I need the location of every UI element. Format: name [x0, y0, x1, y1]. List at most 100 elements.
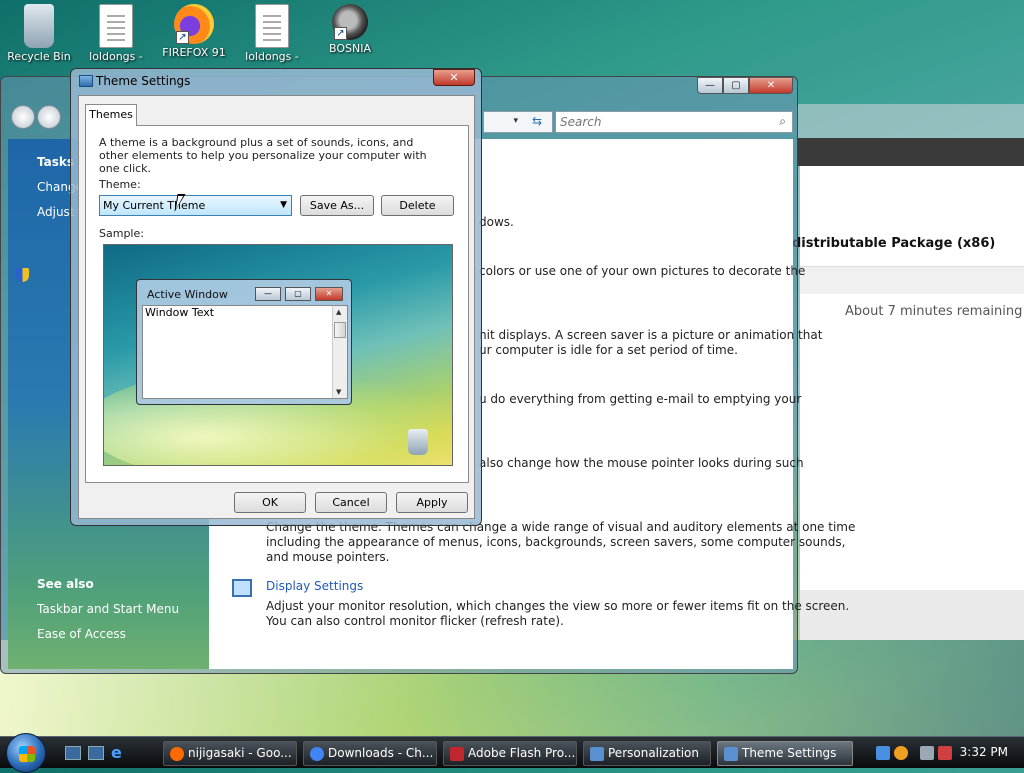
- downloads-header-bar: [798, 138, 1024, 166]
- save-as-button[interactable]: Save As...: [300, 195, 374, 216]
- recycle-bin-icon: [24, 4, 54, 48]
- internet-explorer-icon[interactable]: e: [111, 745, 127, 761]
- document-icon: [99, 4, 133, 48]
- theme-select-value: My Current Theme: [103, 199, 206, 212]
- download-time-remaining: About 7 minutes remaining (15: [845, 304, 1024, 319]
- themes-panel: A theme is a background plus a set of so…: [85, 125, 469, 483]
- display-settings-icon: [232, 579, 252, 597]
- control-panel-icon: [590, 747, 604, 761]
- back-button[interactable]: [11, 105, 35, 129]
- preview-active-window: Active Window — ▢ ✕ Window Text ▲ ▼: [136, 279, 352, 405]
- downloads-window: distributable Package (x86) About 7 minu…: [792, 104, 1024, 640]
- desktop-icon-recycle-bin[interactable]: Recycle Bin: [3, 4, 75, 63]
- theme-preview: Active Window — ▢ ✕ Window Text ▲ ▼: [103, 244, 453, 466]
- search-input[interactable]: [556, 112, 756, 132]
- mine-icon: ↗: [332, 4, 368, 40]
- display-settings-desc: Adjust your monitor resolution, which ch…: [266, 599, 850, 613]
- nav-buttons: [11, 105, 61, 129]
- theme-select[interactable]: My Current Theme ▼: [99, 195, 292, 216]
- cancel-button[interactable]: Cancel: [315, 492, 387, 513]
- preview-minimize-icon: —: [255, 287, 281, 301]
- content-text: nit displays. A screen saver is a pictur…: [479, 328, 823, 342]
- desktop-icon-label: BOSNIA: [329, 42, 371, 55]
- tasks-heading: Tasks: [37, 155, 75, 169]
- taskbar-button-label: Adobe Flash Pro...: [468, 746, 576, 760]
- theme-description: and mouse pointers.: [266, 550, 390, 564]
- theme-info-text: A theme is a background plus a set of so…: [99, 136, 427, 175]
- taskbar-button-personalization[interactable]: Personalization: [583, 741, 711, 766]
- show-desktop-icon[interactable]: [65, 746, 81, 760]
- dialog-app-icon: [79, 75, 93, 87]
- switch-windows-icon[interactable]: [88, 746, 104, 760]
- tray-app-icon[interactable]: [876, 746, 890, 760]
- clock[interactable]: 3:32 PM: [960, 745, 1008, 759]
- window-controls: — ▢ ✕: [697, 77, 793, 94]
- theme-description: including the appearance of menus, icons…: [266, 535, 846, 549]
- taskbar-button-label: Downloads - Ch...: [328, 746, 434, 760]
- flash-icon: [450, 747, 464, 761]
- scroll-down-icon: ▼: [336, 388, 342, 396]
- firefox-icon: ↗: [174, 4, 214, 44]
- taskbar-button-chrome-nijigasaki[interactable]: nijigasaki - Goo...: [163, 741, 297, 766]
- theme-settings-dialog[interactable]: Theme Settings ✕ Themes A theme is a bac…: [70, 68, 482, 526]
- forward-button[interactable]: [37, 105, 61, 129]
- desktop-icon-loldongs-2[interactable]: loldongs -: [236, 4, 308, 63]
- sample-label: Sample:: [99, 227, 144, 240]
- start-button[interactable]: [6, 733, 46, 773]
- display-settings-desc: You can also control monitor flicker (re…: [266, 614, 564, 628]
- search-icon[interactable]: ⌕: [779, 114, 786, 129]
- see-also-heading: See also: [37, 577, 94, 591]
- task-link-adjust[interactable]: Adjust: [37, 205, 75, 219]
- chrome-icon: [310, 747, 324, 761]
- link-ease-of-access[interactable]: Ease of Access: [37, 627, 126, 641]
- maximize-button[interactable]: ▢: [723, 77, 749, 94]
- scroll-up-icon: ▲: [336, 308, 342, 316]
- preview-window-body: Window Text ▲ ▼: [142, 305, 348, 399]
- desktop-icon-bosnia[interactable]: ↗ BOSNIA: [314, 4, 386, 55]
- dialog-body: Themes A theme is a background plus a se…: [78, 95, 475, 519]
- desktop-icon-loldongs-1[interactable]: loldongs -: [80, 4, 152, 63]
- minimize-button[interactable]: —: [697, 77, 723, 94]
- taskbar-button-theme-settings[interactable]: Theme Settings: [717, 741, 853, 766]
- address-bar[interactable]: ▾ ⇆: [483, 111, 553, 133]
- shortcut-arrow-icon: ↗: [334, 27, 347, 40]
- dialog-close-button[interactable]: ✕: [433, 69, 475, 86]
- downloads-divider: [800, 266, 1024, 294]
- network-icon[interactable]: [920, 746, 934, 760]
- link-taskbar-start-menu[interactable]: Taskbar and Start Menu: [37, 602, 179, 616]
- desktop-icon-label: loldongs -: [245, 50, 299, 63]
- close-button[interactable]: ✕: [749, 77, 793, 94]
- preview-window-text: Window Text: [145, 306, 215, 319]
- preview-window-title: Active Window: [147, 288, 228, 301]
- scroll-thumb: [334, 322, 346, 338]
- content-text: also change how the mouse pointer looks …: [479, 456, 804, 470]
- taskbar-button-downloads[interactable]: Downloads - Ch...: [303, 741, 437, 766]
- apply-button[interactable]: Apply: [396, 492, 468, 513]
- uac-shield-icon: [16, 268, 29, 282]
- display-settings-link[interactable]: Display Settings: [266, 579, 363, 593]
- volume-muted-icon[interactable]: [938, 746, 952, 760]
- preview-scrollbar: ▲ ▼: [332, 306, 347, 398]
- taskbar-button-label: Theme Settings: [742, 746, 837, 760]
- desktop-icon-label: FIREFOX 91: [162, 46, 226, 59]
- tray-bitcoin-icon[interactable]: [894, 746, 908, 760]
- taskbar: e nijigasaki - Goo... Downloads - Ch... …: [0, 733, 1024, 773]
- delete-button[interactable]: Delete: [381, 195, 454, 216]
- preview-recycle-bin-icon: [408, 429, 428, 455]
- content-text: dows.: [479, 215, 514, 229]
- tab-themes[interactable]: Themes: [85, 104, 137, 126]
- taskbar-button-label: nijigasaki - Goo...: [188, 746, 292, 760]
- chevron-down-icon: ▼: [280, 200, 287, 210]
- search-box[interactable]: ⌕: [555, 111, 793, 133]
- address-dropdown-icon[interactable]: ▾: [513, 116, 518, 126]
- content-text: colors or use one of your own pictures t…: [479, 264, 806, 278]
- desktop-icon-label: Recycle Bin: [7, 50, 71, 63]
- browser-icon: [170, 747, 184, 761]
- desktop-icon-firefox[interactable]: ↗ FIREFOX 91: [158, 4, 230, 59]
- document-icon: [255, 4, 289, 48]
- taskbar-button-flash[interactable]: Adobe Flash Pro...: [443, 741, 577, 766]
- downloads-footer: [800, 590, 1024, 640]
- refresh-icon[interactable]: ⇆: [526, 114, 548, 130]
- dialog-title: Theme Settings: [96, 74, 191, 88]
- ok-button[interactable]: OK: [234, 492, 306, 513]
